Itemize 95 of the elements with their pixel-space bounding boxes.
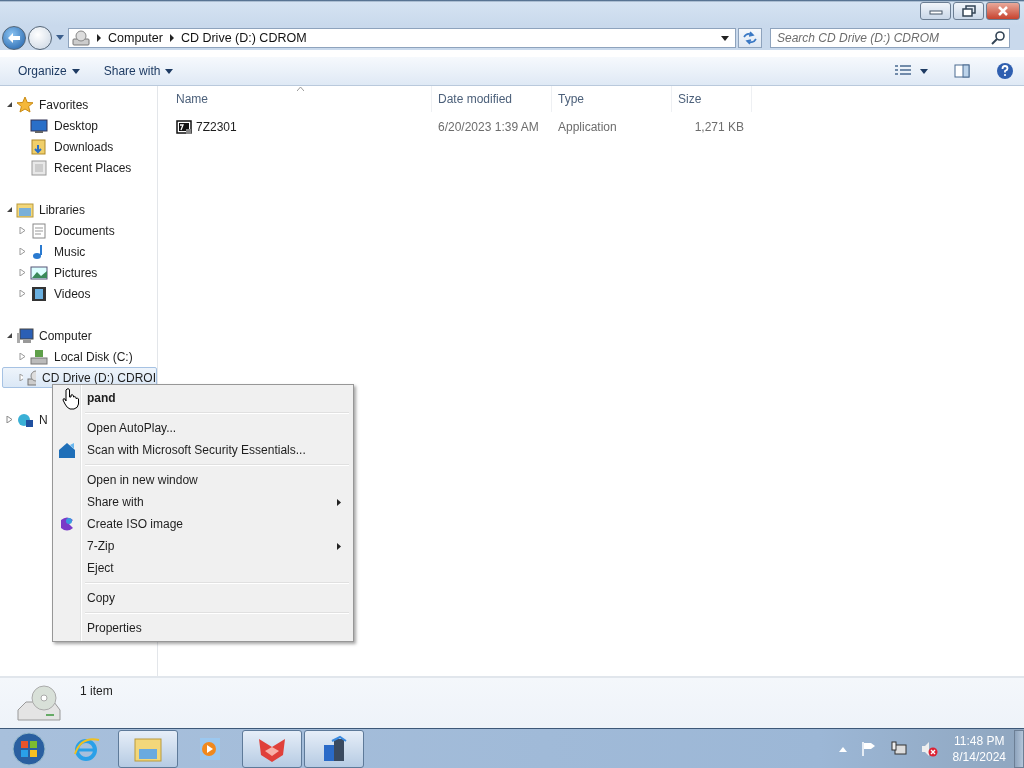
flag-icon[interactable] [860,740,877,757]
item-icon [26,369,36,386]
restore-button[interactable] [953,2,984,20]
computer-icon [16,327,34,344]
collapsed-arrow-icon[interactable] [19,290,26,297]
item-icon [30,348,48,365]
forward-button[interactable] [28,26,52,50]
collapsed-arrow-icon[interactable] [19,227,26,234]
minimize-button[interactable] [920,2,951,20]
sidebar-item[interactable]: Recent Places [54,160,132,175]
back-button[interactable] [2,26,26,50]
taskbar-app-button[interactable] [118,729,178,768]
collapsed-arrow-icon[interactable] [19,248,26,255]
sidebar-item[interactable]: Libraries [39,202,86,217]
column-header[interactable]: Size [672,86,752,112]
toolbar-menu-button[interactable]: Share with [93,60,184,82]
breadcrumb-item[interactable]: Computer [108,31,163,45]
menu-item[interactable]: Properties [55,617,351,639]
table-cell-text: Application [557,120,618,134]
sidebar-item[interactable]: N [39,412,48,427]
sidebar-item[interactable]: Pictures [54,265,98,280]
item-icon [30,285,48,302]
sidebar-item[interactable]: Favorites [39,97,89,112]
close-icon [996,5,1010,17]
show-hidden-icons-icon[interactable] [838,745,847,752]
breadcrumb-item[interactable]: CD Drive (D:) CDROM [180,31,307,45]
seven-zip-icon [176,119,192,135]
menu-item[interactable]: Eject [55,557,351,579]
item-icon [30,159,48,176]
menu-item[interactable]: Scan with Microsoft Security Essentials... [55,439,351,461]
refresh-button[interactable] [738,28,762,48]
restore-icon [961,5,976,17]
sidebar-item[interactable]: Local Disk (C:) [54,349,133,364]
search-icon [991,31,1005,45]
sidebar-item[interactable]: Downloads [54,139,114,154]
chevron-icon [168,34,175,42]
table-cell-text: 1,271 KB [693,120,745,134]
search-field[interactable]: Search CD Drive (D:) CDROM [770,28,1010,48]
close-button[interactable] [986,2,1020,20]
dropdown-arrow-icon[interactable] [920,68,928,74]
column-header[interactable]: Type [552,86,672,112]
sidebar-item[interactable]: Desktop [54,118,99,133]
sidebar-item[interactable]: Music [54,244,86,259]
item-icon [30,222,48,239]
item-icon [30,264,48,281]
menu-item[interactable]: Open AutoPlay... [55,417,351,439]
collapsed-arrow-icon[interactable] [19,353,26,360]
column-header[interactable]: Name [170,86,432,112]
taskbar-app-button[interactable] [304,729,364,768]
column-header[interactable]: Date modified [432,86,552,112]
expanded-arrow-icon[interactable] [6,101,13,108]
submenu-arrow-icon [337,499,341,506]
cd-drive-icon [72,30,90,46]
network-icon [16,411,34,428]
refresh-icon [742,31,758,45]
expanded-arrow-icon[interactable] [6,206,13,213]
collapsed-arrow-icon[interactable] [6,416,13,423]
star-icon [16,96,34,113]
item-icon [30,117,48,134]
menu-item[interactable]: Create ISO image [55,513,351,535]
expanded-arrow-icon[interactable] [6,332,13,339]
taskbar-app-button[interactable] [242,729,302,768]
house-icon [58,441,76,459]
dropdown-arrow-icon[interactable] [721,35,729,41]
hand-cursor-icon [62,388,80,410]
network-icon[interactable] [890,740,907,757]
collapsed-arrow-icon[interactable] [19,374,23,381]
collapsed-arrow-icon[interactable] [19,269,26,276]
caret-icon [71,68,80,74]
caret-icon [165,68,174,74]
file-name[interactable]: 7Z2301 [196,120,237,134]
menu-item[interactable]: Copy [55,587,351,609]
address-bar[interactable]: Computer CD Drive (D:) CDROM [68,28,736,48]
sidebar-item[interactable]: Documents [54,223,115,238]
minimize-icon [928,7,943,15]
menu-item[interactable]: pand [55,387,351,409]
submenu-arrow-icon [337,543,341,550]
chevron-icon [96,34,102,42]
menu-item[interactable]: Share with [55,491,351,513]
menu-item[interactable]: Open in new window [55,469,351,491]
sidebar-item[interactable]: Computer [39,328,92,343]
menu-item[interactable]: 7-Zip [55,535,351,557]
sidebar-item[interactable]: Videos [54,286,91,301]
folder-icon [16,201,34,218]
table-cell-text: 6/20/2023 1:39 AM [437,120,540,134]
toolbar-menu-button[interactable]: Organize [8,60,90,82]
item-count: 1 item [80,684,113,698]
view-options-icon[interactable] [894,64,912,78]
iso-tool-icon [58,515,76,533]
back-arrow-icon [7,32,21,44]
preview-pane-icon[interactable] [954,64,970,78]
muted-speaker-icon[interactable] [920,740,939,757]
show-desktop-button[interactable] [1014,729,1024,768]
help-icon[interactable] [996,62,1014,80]
item-icon [30,138,48,155]
